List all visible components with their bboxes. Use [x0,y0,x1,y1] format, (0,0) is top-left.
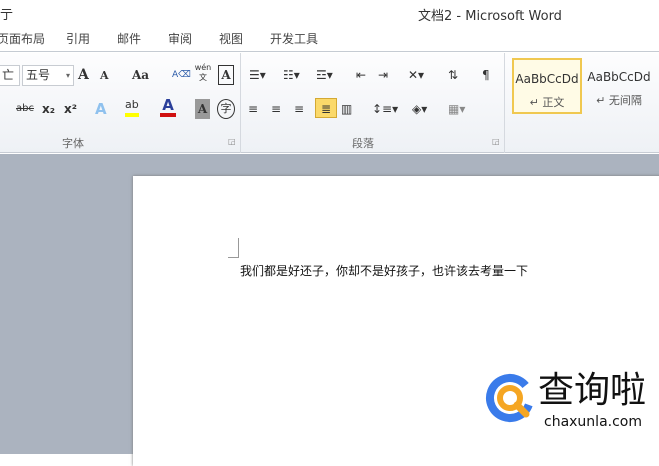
phonetic-guide-button[interactable]: wén 文 [194,63,212,83]
align-right-icon[interactable]: ≡ [294,99,304,119]
group-separator [240,53,241,153]
watermark-brand: 查询啦 [538,370,647,411]
align-center-icon[interactable]: ≡ [271,99,281,119]
window-title: 文档2 - Microsoft Word [418,9,562,24]
highlight-button[interactable]: ab [125,97,139,117]
title-bar: 亍 文档2 - Microsoft Word [0,0,659,26]
enclose-characters-button[interactable]: 字 [217,99,235,119]
watermark-logo: 查询啦 chaxunla.com [484,370,654,436]
style-normal[interactable]: AaBbCcDd ↵ 正文 [512,58,582,114]
bullets-icon[interactable]: ☰▾ [249,65,266,85]
show-marks-icon[interactable]: ¶ [482,65,490,85]
clear-format-icon[interactable]: A⌫ [172,65,191,85]
tab-view[interactable]: 视图 [219,30,243,47]
decrease-indent-icon[interactable]: ⇤ [356,65,366,85]
shrink-font-button[interactable]: A [100,66,109,86]
character-border-button[interactable]: A [218,65,234,85]
subscript-button[interactable]: x₂ [42,99,55,119]
style-no-spacing[interactable]: AaBbCcDd ↵ 无间隔 [584,58,654,114]
numbering-icon[interactable]: ☷▾ [283,65,300,85]
text-effect-button[interactable]: A [95,99,107,119]
grow-font-button[interactable]: A [78,65,89,85]
font-size-select[interactable]: 五号 ▾ [22,65,74,86]
document-text[interactable]: 我们都是好还子，你却不是好孩子，也许该去考量一下 [240,262,528,279]
paragraph-dialog-launcher-icon[interactable]: ◲ [492,137,500,146]
font-name-select[interactable]: 亡 [0,65,20,86]
strikethrough-button[interactable]: abc [16,99,34,119]
line-spacing-icon[interactable]: ↕≡▾ [372,99,398,119]
font-group-label: 字体 [62,137,84,150]
sort-icon[interactable]: ⇅ [448,65,458,85]
change-case-button[interactable]: Aa [132,65,149,85]
font-dialog-launcher-icon[interactable]: ◲ [228,137,236,146]
watermark-domain: chaxunla.com [544,414,642,430]
title-fragment: 亍 [0,8,14,23]
ribbon-tabs: 页面布局 引用 邮件 审阅 视图 开发工具 [0,26,659,52]
font-color-button[interactable]: A [160,97,176,117]
superscript-button[interactable]: x² [64,99,77,119]
borders-icon[interactable]: ▦▾ [448,99,465,119]
justify-icon[interactable]: ≣ [315,98,337,118]
paragraph-group-label: 段落 [352,137,374,150]
style-name: ↵ 无间隔 [596,94,642,107]
chinese-layout-icon[interactable]: ✕▾ [408,65,424,85]
tab-page-layout[interactable]: 页面布局 [0,30,45,47]
distributed-icon[interactable]: ▥ [341,99,352,119]
tab-references[interactable]: 引用 [66,30,90,47]
margin-corner-mark [228,238,239,258]
style-preview: AaBbCcDd [515,72,579,86]
style-name: ↵ 正文 [529,96,565,109]
multilevel-list-icon[interactable]: ☲▾ [316,65,333,85]
tab-mailings[interactable]: 邮件 [117,30,141,47]
ribbon: 亡 五号 ▾ A A Aa A⌫ wén 文 A abc x₂ x² A ab A… [0,53,659,153]
style-preview: AaBbCcDd [587,70,651,84]
tab-review[interactable]: 审阅 [168,30,192,47]
tab-developer[interactable]: 开发工具 [270,30,318,47]
increase-indent-icon[interactable]: ⇥ [378,65,388,85]
shading-icon[interactable]: ◈▾ [412,99,427,119]
group-separator [504,53,505,153]
align-left-icon[interactable]: ≡ [248,99,258,119]
character-shading-button[interactable]: A [195,99,210,119]
magnifier-logo-icon [486,374,534,422]
